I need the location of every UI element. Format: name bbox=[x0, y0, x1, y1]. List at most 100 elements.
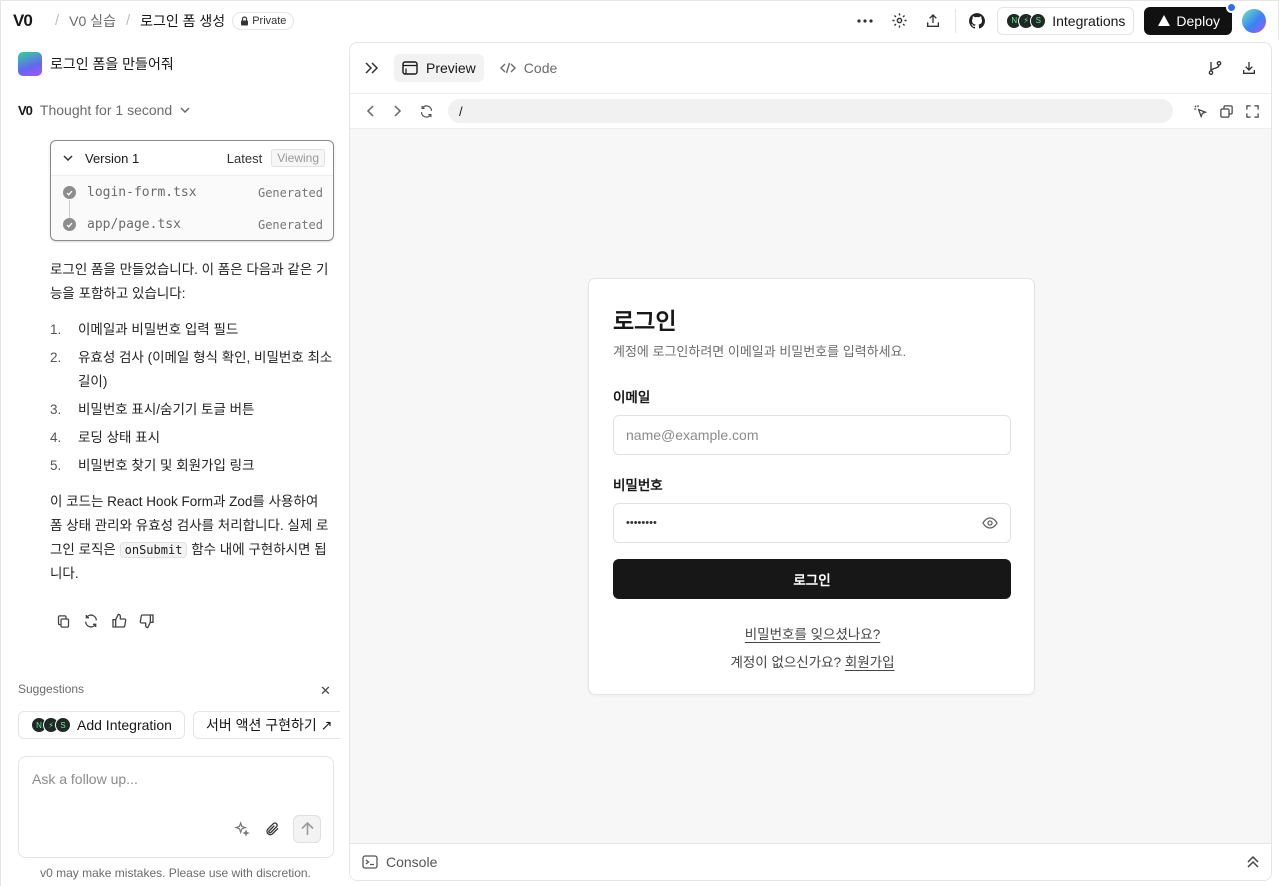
file-name: app/page.tsx bbox=[87, 217, 181, 232]
version-viewing-badge: Viewing bbox=[271, 149, 325, 167]
suggestion-add-integration[interactable]: N ⚡ S Add Integration bbox=[18, 711, 185, 739]
chevron-down-icon bbox=[180, 107, 190, 113]
console-bar[interactable]: Console bbox=[350, 843, 1271, 880]
forgot-password-link[interactable]: 비밀번호를 잊으셨나요? bbox=[745, 627, 880, 642]
tab-code[interactable]: Code bbox=[492, 54, 565, 82]
visibility-badge[interactable]: Private bbox=[232, 11, 295, 30]
expand-chevrons-up-icon[interactable] bbox=[1247, 856, 1259, 868]
url-text: / bbox=[459, 103, 463, 119]
integration-logos-icon: N ⚡ S bbox=[31, 717, 71, 733]
signup-link[interactable]: 회원가입 bbox=[845, 655, 895, 670]
list-item: 5. 비밀번호 찾기 및 회원가입 링크 bbox=[50, 458, 255, 473]
login-description: 계정에 로그인하려면 이메일과 비밀번호를 입력하세요. bbox=[613, 344, 907, 359]
tab-code-label: Code bbox=[523, 60, 558, 76]
git-branch-icon[interactable] bbox=[1203, 56, 1227, 80]
settings-gear-icon[interactable] bbox=[887, 9, 911, 33]
eye-icon[interactable] bbox=[982, 517, 998, 529]
deploy-label: Deploy bbox=[1176, 12, 1220, 29]
preview-viewport: 로그인 계정에 로그인하려면 이메일과 비밀번호를 입력하세요. 이메일 nam… bbox=[350, 129, 1271, 843]
deploy-button[interactable]: Deploy bbox=[1144, 1, 1237, 35]
suggestion-server-action[interactable]: 서버 액션 구현하기 ↗ bbox=[192, 711, 340, 739]
assistant-answer: 로그인 폼을 만들었습니다. 이 폼은 다음과 같은 기능을 포함하고 있습니다… bbox=[50, 258, 334, 598]
preview-toolbar: Preview Code bbox=[350, 43, 1271, 93]
message-actions bbox=[54, 612, 156, 630]
integrations-label: Integrations bbox=[1052, 12, 1126, 29]
file-connector-line bbox=[69, 200, 70, 218]
suggestion-label: 서버 액션 구현하기 ↗ bbox=[205, 717, 333, 733]
inline-code: onSubmit bbox=[119, 542, 188, 558]
refresh-icon[interactable] bbox=[416, 99, 436, 123]
thumbs-up-icon[interactable] bbox=[110, 612, 128, 630]
disclaimer-text: v0 may make mistakes. Please use with di… bbox=[40, 866, 311, 880]
file-name: login-form.tsx bbox=[87, 185, 197, 200]
login-submit-button[interactable]: 로그인 bbox=[613, 559, 1011, 599]
password-field[interactable]: •••••••• bbox=[613, 503, 1011, 543]
version-card[interactable]: Version 1 Latest Viewing login-form.tsx … bbox=[50, 140, 334, 241]
github-icon[interactable] bbox=[955, 8, 987, 33]
collapse-sidebar-icon[interactable] bbox=[360, 56, 384, 80]
regenerate-icon[interactable] bbox=[82, 612, 100, 630]
version-latest-label: Latest bbox=[226, 150, 263, 166]
share-upload-icon[interactable] bbox=[921, 9, 945, 33]
address-bar: / bbox=[350, 93, 1271, 129]
version-title: Version 1 bbox=[85, 150, 140, 166]
console-label: Console bbox=[386, 854, 438, 870]
answer-feature-list: 1. 이메일과 비밀번호 입력 필드 2. 유효성 검사 (이메일 형식 확인, 비… bbox=[50, 318, 334, 478]
breadcrumb-chat[interactable]: 로그인 폼 생성 bbox=[140, 11, 225, 31]
integration-logos-icon: N ⚡ S bbox=[1006, 12, 1047, 29]
copy-icon[interactable] bbox=[54, 612, 72, 630]
notification-dot bbox=[1226, 1, 1237, 13]
forward-arrow-icon[interactable] bbox=[388, 99, 408, 123]
login-title: 로그인 bbox=[613, 308, 677, 334]
chevron-down-icon[interactable] bbox=[63, 155, 73, 161]
paperclip-attach-icon[interactable] bbox=[263, 820, 281, 838]
email-field[interactable]: name@example.com bbox=[613, 415, 1011, 455]
login-card: 로그인 계정에 로그인하려면 이메일과 비밀번호를 입력하세요. 이메일 nam… bbox=[588, 278, 1035, 695]
close-suggestions-icon[interactable]: ✕ bbox=[320, 683, 331, 699]
breadcrumb-project[interactable]: V0 실습 bbox=[69, 11, 116, 31]
user-message-text: 로그인 폼을 만들어줘 bbox=[50, 56, 174, 72]
thought-toggle[interactable]: V0 Thought for 1 second bbox=[18, 102, 190, 118]
file-row[interactable]: app/page.tsx Generated bbox=[63, 217, 323, 232]
browser-window-icon bbox=[402, 61, 418, 75]
file-status: Generated bbox=[257, 217, 323, 232]
tab-preview[interactable]: Preview bbox=[394, 54, 484, 82]
signup-prompt: 계정이 없으신가요? bbox=[730, 655, 842, 670]
fullscreen-icon[interactable] bbox=[1243, 99, 1261, 123]
select-element-cursor-icon[interactable] bbox=[1191, 99, 1209, 123]
download-icon[interactable] bbox=[1237, 56, 1261, 80]
v0-small-logo: V0 bbox=[18, 102, 33, 118]
composer-placeholder[interactable]: Ask a follow up... bbox=[32, 771, 138, 787]
chat-composer[interactable]: Ask a follow up... bbox=[18, 756, 334, 858]
open-new-window-icon[interactable] bbox=[1217, 99, 1235, 123]
chat-panel: 로그인 폼을 만들어줘 V0 Thought for 1 second Vers… bbox=[0, 40, 349, 886]
forgot-password-row: 비밀번호를 잊으셨나요? bbox=[589, 623, 1036, 643]
top-bar: V0 / V0 실습 / 로그인 폼 생성 Private N ⚡ S Integr… bbox=[0, 0, 1279, 40]
breadcrumb-separator: / bbox=[125, 12, 131, 29]
terminal-icon bbox=[362, 855, 378, 869]
v0-logo[interactable]: V0 bbox=[13, 11, 45, 31]
user-message: 로그인 폼을 만들어줘 bbox=[18, 52, 174, 76]
suggestions-title: Suggestions bbox=[18, 682, 85, 696]
send-arrow-up-button[interactable] bbox=[293, 815, 321, 843]
preview-panel: Preview Code / 로그인 계정에 로그인하려면 이메일과 비밀번호를… bbox=[349, 42, 1272, 881]
thumbs-down-icon[interactable] bbox=[138, 612, 156, 630]
user-avatar[interactable] bbox=[1242, 8, 1266, 33]
back-arrow-icon[interactable] bbox=[360, 99, 380, 123]
signup-row: 계정이 없으신가요? 회원가입 bbox=[589, 651, 1036, 671]
password-value: •••••••• bbox=[626, 517, 657, 529]
password-label: 비밀번호 bbox=[613, 478, 663, 493]
list-item: 1. 이메일과 비밀번호 입력 필드 bbox=[50, 322, 239, 337]
tab-preview-label: Preview bbox=[426, 60, 476, 76]
breadcrumb-separator: / bbox=[55, 12, 60, 29]
url-input[interactable]: / bbox=[448, 99, 1173, 123]
file-row[interactable]: login-form.tsx Generated bbox=[63, 185, 323, 200]
list-item: 2. 유효성 검사 (이메일 형식 확인, 비밀번호 최소 길이) bbox=[50, 350, 333, 389]
sparkle-enhance-icon[interactable] bbox=[233, 820, 251, 838]
user-message-avatar bbox=[18, 52, 42, 76]
integrations-button[interactable]: N ⚡ S Integrations bbox=[997, 6, 1135, 35]
answer-outro: 이 코드는 React Hook Form과 Zod를 사용하여 폼 상태 관리… bbox=[50, 494, 329, 581]
email-placeholder: name@example.com bbox=[626, 427, 759, 443]
check-circle-icon bbox=[63, 218, 76, 231]
more-icon[interactable] bbox=[853, 9, 877, 33]
